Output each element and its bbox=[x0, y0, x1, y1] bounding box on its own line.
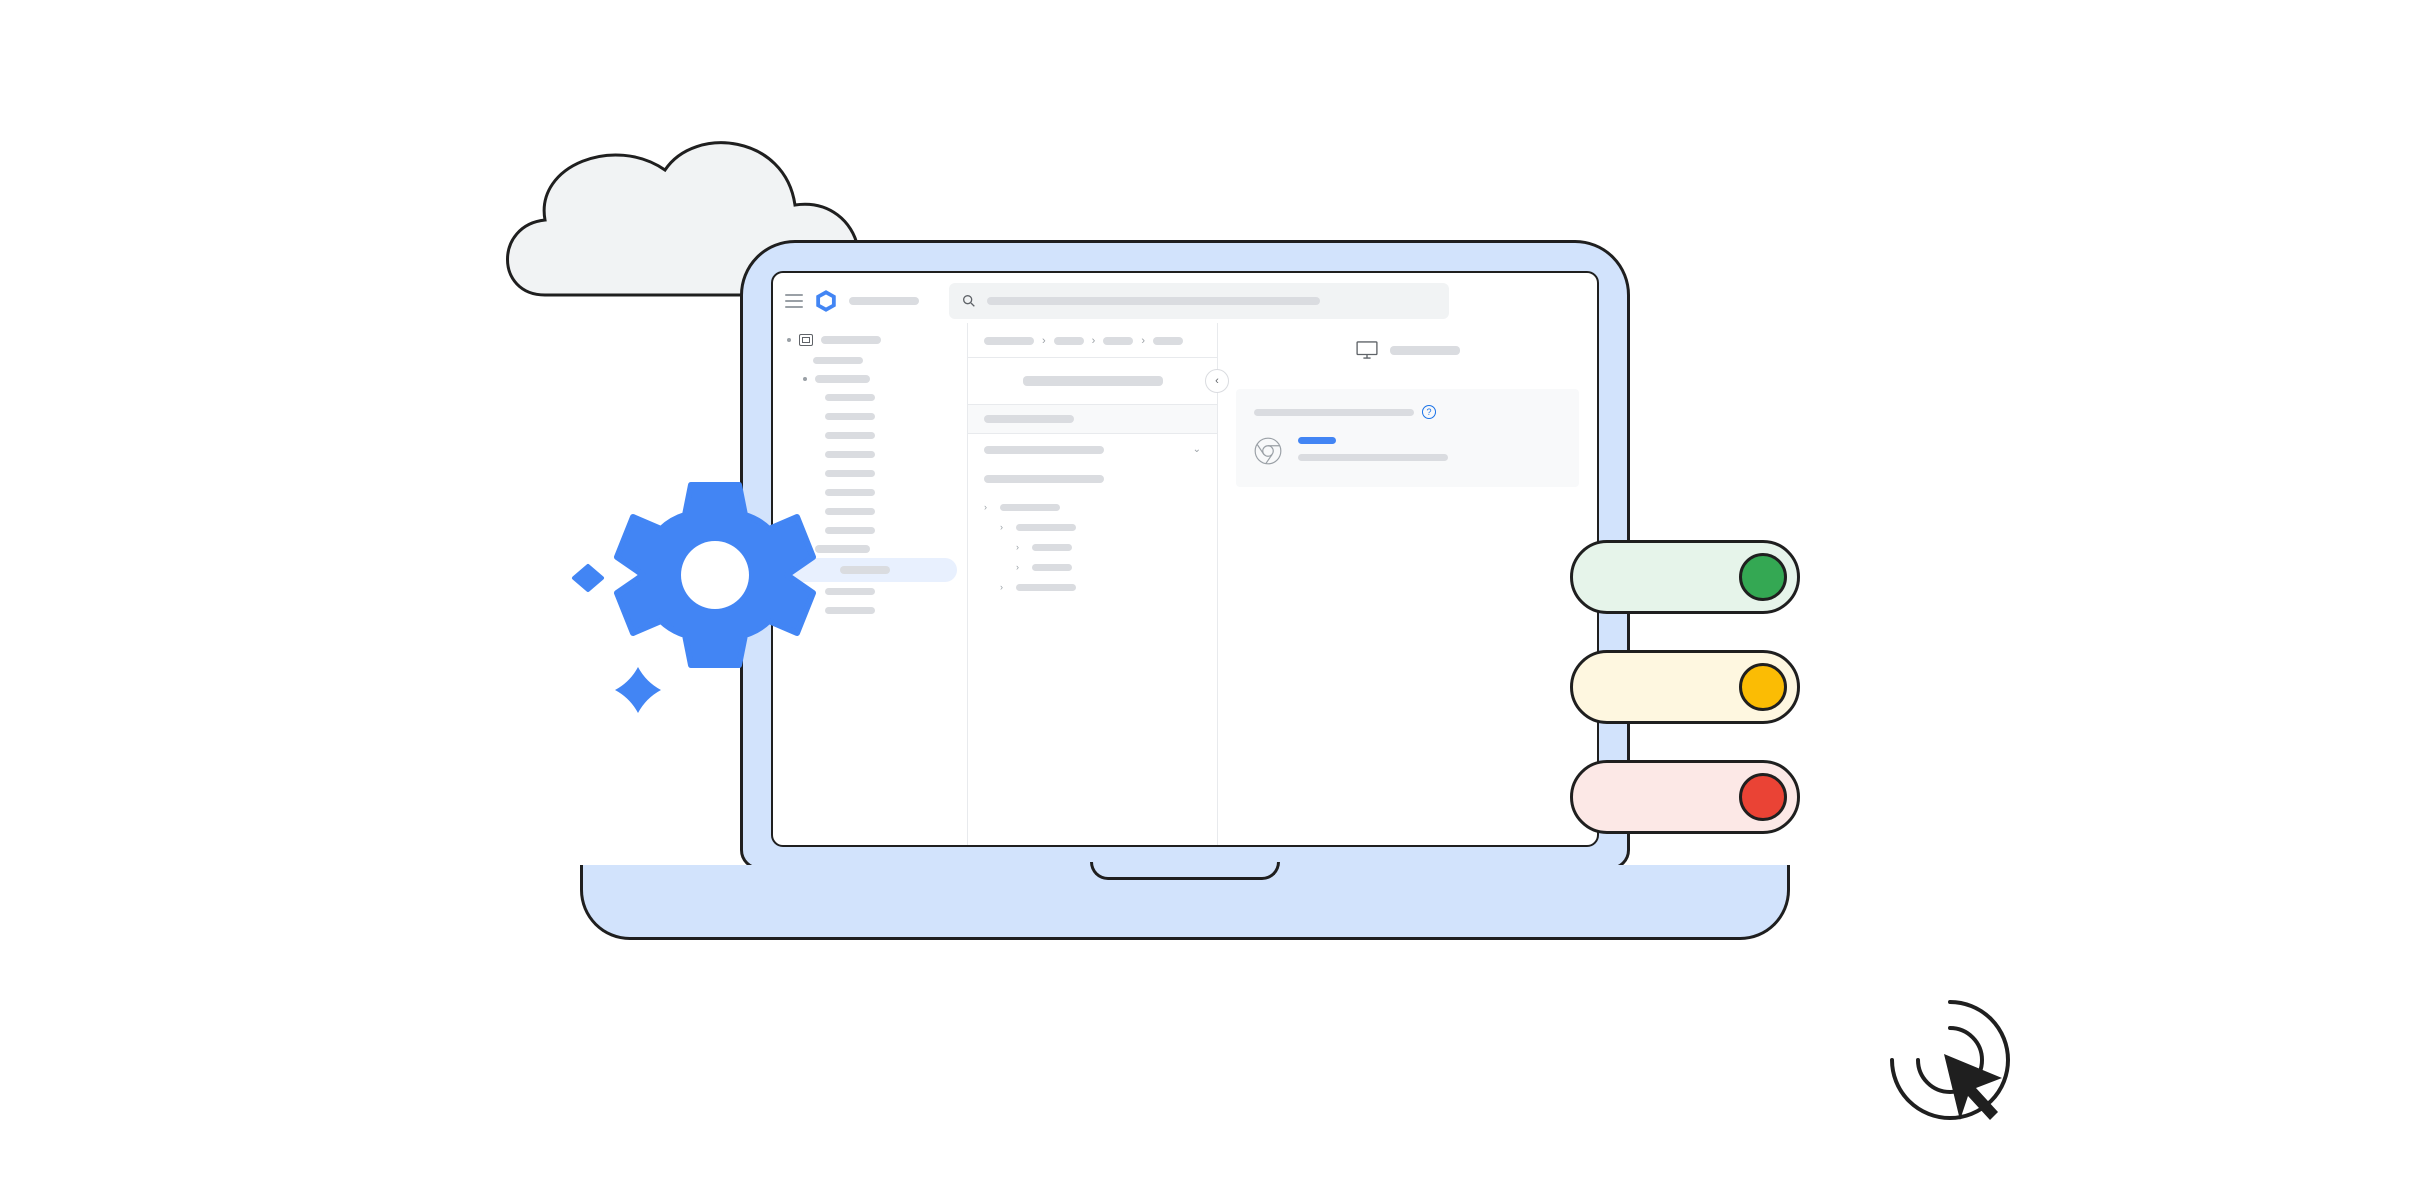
status-dot-green-icon bbox=[1739, 553, 1787, 601]
gear-icon bbox=[617, 485, 813, 665]
sidebar-section-header[interactable] bbox=[773, 329, 967, 351]
breadcrumb-segment[interactable] bbox=[1054, 337, 1084, 345]
status-pill-ok bbox=[1570, 540, 1800, 614]
chevron-down-icon: ⌄ bbox=[1193, 444, 1201, 455]
tree-node[interactable]: › bbox=[984, 537, 1201, 557]
panel-row[interactable] bbox=[968, 465, 1217, 493]
org-tree: › › › › › bbox=[968, 493, 1217, 613]
search-icon bbox=[961, 293, 977, 309]
sparkle-icon bbox=[574, 566, 602, 590]
help-icon[interactable]: ? bbox=[1422, 405, 1436, 419]
card-text bbox=[1298, 454, 1448, 461]
collapse-panel-button[interactable]: ‹ bbox=[1205, 369, 1229, 393]
chevron-right-icon: › bbox=[1016, 542, 1026, 552]
gear-illustration bbox=[560, 460, 820, 765]
chevron-right-icon: › bbox=[1141, 335, 1145, 347]
app-title-placeholder bbox=[849, 297, 919, 305]
tree-node[interactable]: › bbox=[984, 577, 1201, 597]
sidebar-item[interactable] bbox=[773, 407, 967, 426]
chevron-right-icon: › bbox=[1092, 335, 1096, 347]
sidebar-item[interactable] bbox=[773, 370, 967, 388]
center-panel: › › › ⌄ › › › bbox=[968, 323, 1218, 845]
sparkle-icon bbox=[615, 667, 661, 713]
breadcrumb: › › › bbox=[968, 325, 1217, 358]
chevron-right-icon: › bbox=[984, 502, 994, 512]
chevron-right-icon: › bbox=[1000, 522, 1010, 532]
detail-panel: ‹ bbox=[1218, 323, 1597, 845]
breadcrumb-segment[interactable] bbox=[1153, 337, 1183, 345]
chevron-right-icon: › bbox=[1000, 582, 1010, 592]
status-pills bbox=[1570, 540, 1800, 834]
panel-dropdown-row[interactable]: ⌄ bbox=[968, 434, 1217, 465]
sidebar-item[interactable] bbox=[773, 388, 967, 407]
topbar bbox=[773, 273, 1597, 323]
admin-console: › › › ⌄ › › › bbox=[773, 273, 1597, 845]
cursor-click-icon bbox=[1880, 990, 2030, 1145]
chrome-icon bbox=[1254, 437, 1282, 465]
breadcrumb-segment[interactable] bbox=[1103, 337, 1133, 345]
monitor-icon bbox=[1356, 341, 1378, 359]
laptop-bezel: › › › ⌄ › › › bbox=[740, 240, 1630, 870]
status-dot-red-icon bbox=[1739, 773, 1787, 821]
devices-icon bbox=[799, 334, 813, 346]
tree-node[interactable]: › bbox=[984, 497, 1201, 517]
laptop-trackpad-notch bbox=[1090, 862, 1280, 880]
laptop-screen: › › › ⌄ › › › bbox=[771, 271, 1599, 847]
status-pill-error bbox=[1570, 760, 1800, 834]
panel-section-header bbox=[968, 405, 1217, 434]
search-placeholder bbox=[987, 297, 1320, 305]
tree-node[interactable]: › bbox=[984, 557, 1201, 577]
sidebar-item[interactable] bbox=[773, 351, 967, 370]
menu-icon[interactable] bbox=[785, 294, 803, 308]
breadcrumb-segment[interactable] bbox=[984, 337, 1034, 345]
panel-title bbox=[968, 358, 1217, 405]
card-link[interactable] bbox=[1298, 437, 1336, 444]
chevron-right-icon: › bbox=[1016, 562, 1026, 572]
hexagon-logo-icon bbox=[813, 288, 839, 314]
search-input[interactable] bbox=[949, 283, 1449, 319]
tree-node[interactable]: › bbox=[984, 517, 1201, 537]
status-dot-yellow-icon bbox=[1739, 663, 1787, 711]
status-pill-warning bbox=[1570, 650, 1800, 724]
detail-header bbox=[1218, 323, 1597, 377]
settings-card: ? bbox=[1236, 389, 1579, 487]
chevron-right-icon: › bbox=[1042, 335, 1046, 347]
sidebar-item[interactable] bbox=[773, 426, 967, 445]
